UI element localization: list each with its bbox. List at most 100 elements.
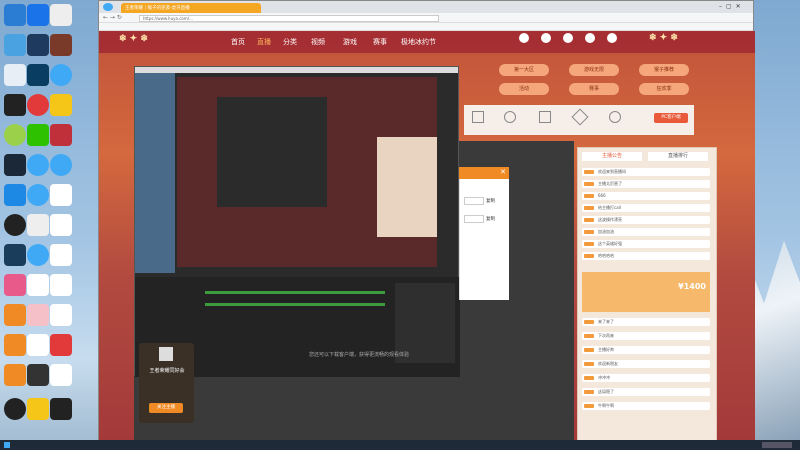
desktop-app-icon[interactable] [27, 214, 49, 236]
nav-item-home[interactable]: 首页 [231, 37, 245, 47]
chat-message: 给主播打call [582, 204, 710, 212]
subscribe-icon[interactable] [472, 111, 484, 123]
dialog-input[interactable] [464, 197, 484, 205]
dialog-body: 复制 复制 [459, 179, 509, 300]
chat-message: 欢迎新朋友 [582, 360, 710, 368]
download-notice: 您还可以下载客户端，获得更流畅的观看体验 [308, 352, 409, 358]
pill-5[interactable]: 赛事 [569, 83, 619, 95]
close-icon[interactable]: ✕ [500, 168, 506, 176]
desktop-app-icon[interactable] [27, 364, 49, 386]
chat-message: 冲冲冲 [582, 374, 710, 382]
clock-icon[interactable] [504, 111, 516, 123]
share-icon[interactable] [609, 111, 621, 123]
pc-client-button[interactable]: PC客户端 [654, 113, 688, 123]
file-icon[interactable] [50, 364, 72, 386]
chat-message: 加油加油 [582, 228, 710, 236]
desktop-app-icon[interactable] [27, 398, 49, 420]
edge-icon[interactable] [50, 154, 72, 176]
desktop-app-icon[interactable] [4, 34, 26, 56]
desktop-app-icon[interactable] [27, 274, 49, 296]
browser-icon [103, 3, 113, 11]
desktop-app-icon[interactable] [4, 124, 26, 146]
window-controls[interactable]: –▢✕ [719, 3, 749, 11]
desktop-app-icon[interactable] [4, 364, 26, 386]
copy-button[interactable]: 复制 [486, 198, 495, 204]
desktop-app-icon[interactable] [50, 398, 72, 420]
history-icon[interactable] [519, 33, 529, 43]
file-icon[interactable] [50, 304, 72, 326]
taskbar [0, 440, 800, 450]
nav-item-festival[interactable]: 极地冰约节 [401, 37, 436, 47]
qq-icon[interactable] [4, 398, 26, 420]
file-icon[interactable] [50, 214, 72, 236]
file-icon[interactable] [50, 274, 72, 296]
desktop-app-icon[interactable] [50, 4, 72, 26]
desktop-app-icon[interactable] [4, 304, 26, 326]
start-icon[interactable] [4, 442, 10, 448]
nav-item-video[interactable]: 视频 [311, 37, 325, 47]
pill-6[interactable]: 狂欢季 [639, 83, 689, 95]
desktop-app-icon[interactable] [4, 214, 26, 236]
download-icon[interactable] [585, 33, 595, 43]
desktop-app-icon[interactable] [4, 64, 26, 86]
edge-icon[interactable] [27, 244, 49, 266]
nav-arrows-icon[interactable]: ← → ↻ [103, 14, 122, 21]
chat-message: 下次再来 [582, 332, 710, 340]
desktop-app-icon[interactable] [4, 274, 26, 296]
chat-message: 这个英雄好强 [582, 240, 710, 248]
chat-message: 这局稳了 [582, 388, 710, 396]
tab-rank[interactable]: 直播排行 [648, 152, 708, 161]
site-nav: ❄ ✦ ❄ 首页 直播 分类 视频 游戏 赛事 极地冰约节 ❄ ✦ ❄ [99, 31, 755, 53]
dialog-input[interactable] [464, 215, 484, 223]
desktop-app-icon[interactable] [50, 334, 72, 356]
nav-item-match[interactable]: 赛事 [373, 37, 387, 47]
gift-icon[interactable] [539, 111, 551, 123]
gift-banner[interactable]: ¥1400 [582, 272, 710, 312]
desktop-app-icon[interactable] [27, 34, 49, 56]
browser-tab[interactable]: 王者荣耀丨猴子的逆袭-虎牙直播 [121, 3, 261, 13]
desktop-app-icon[interactable] [4, 94, 26, 116]
wechat-icon[interactable] [27, 124, 49, 146]
desktop-app-icon[interactable] [4, 4, 26, 26]
desktop-app-icon[interactable] [27, 4, 49, 26]
nav-item-live[interactable]: 直播 [257, 37, 271, 47]
desktop-app-icon[interactable] [27, 64, 49, 86]
camera-icon[interactable] [563, 33, 573, 43]
address-input[interactable]: https://www.huya.com/... [139, 15, 439, 22]
pill-2[interactable]: 游戏无限 [569, 64, 619, 76]
diamond-icon[interactable] [571, 108, 589, 126]
pill-4[interactable]: 活动 [499, 83, 549, 95]
file-icon[interactable] [50, 244, 72, 266]
copy-button[interactable]: 复制 [486, 216, 495, 222]
nav-item-game[interactable]: 游戏 [343, 37, 357, 47]
file-icon[interactable] [50, 184, 72, 206]
nav-item-category[interactable]: 分类 [283, 37, 297, 47]
desktop-app-icon[interactable] [4, 334, 26, 356]
chat-message: 来了来了 [582, 318, 710, 326]
desktop-app-icon[interactable] [50, 124, 72, 146]
festival-banner-right: ❄ ✦ ❄ [649, 33, 678, 43]
heart-icon[interactable] [541, 33, 551, 43]
desktop-app-icon[interactable] [4, 244, 26, 266]
tab-notice[interactable]: 主播公告 [582, 152, 642, 161]
gift-amount: ¥1400 [678, 282, 706, 291]
edge-icon[interactable] [27, 154, 49, 176]
desktop-app-icon[interactable] [50, 34, 72, 56]
pill-3[interactable]: 猴子推荐 [639, 64, 689, 76]
nested-chat [377, 137, 437, 237]
address-bar-row: ← → ↻ https://www.huya.com/... [99, 13, 753, 23]
chat-message: 哈哈哈哈 [582, 252, 710, 260]
pc-icon[interactable] [607, 33, 617, 43]
pill-1[interactable]: 第一大区 [499, 64, 549, 76]
follow-button[interactable]: 关注主播 [149, 403, 183, 413]
desktop-app-icon[interactable] [27, 94, 49, 116]
desktop-app-icon[interactable] [50, 94, 72, 116]
nested-capture [217, 97, 327, 207]
edge-icon[interactable] [50, 64, 72, 86]
desktop-app-icon[interactable] [27, 334, 49, 356]
desktop-app-icon[interactable] [27, 304, 49, 326]
steam-icon[interactable] [4, 154, 26, 176]
desktop-app-icon[interactable] [4, 184, 26, 206]
edge-icon[interactable] [27, 184, 49, 206]
streamer-name: 王者荣耀同好会 [149, 368, 185, 374]
